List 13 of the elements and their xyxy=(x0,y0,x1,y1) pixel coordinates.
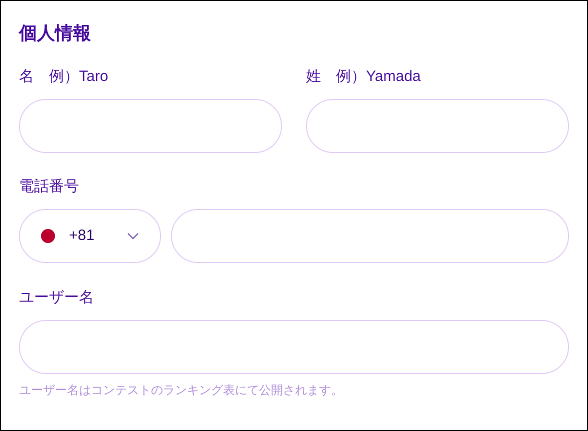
flag-icon xyxy=(41,229,55,243)
field-label: 姓 例）Yamada xyxy=(306,67,422,87)
username-input[interactable] xyxy=(19,320,569,374)
country-code-select[interactable]: +81 xyxy=(19,209,161,263)
phone-input[interactable] xyxy=(171,209,569,263)
field-label: 名 例）Taro xyxy=(19,67,110,87)
chevron-down-icon xyxy=(127,232,139,240)
field-label: ユーザー名 xyxy=(19,288,95,308)
text-input[interactable] xyxy=(306,99,569,153)
section-title: 個人情報 xyxy=(19,22,92,45)
field-label: 電話番号 xyxy=(19,177,80,197)
help-text: ユーザー名はコンテストのランキング表にて公開されます。 xyxy=(19,382,344,398)
text-input[interactable] xyxy=(19,99,282,153)
